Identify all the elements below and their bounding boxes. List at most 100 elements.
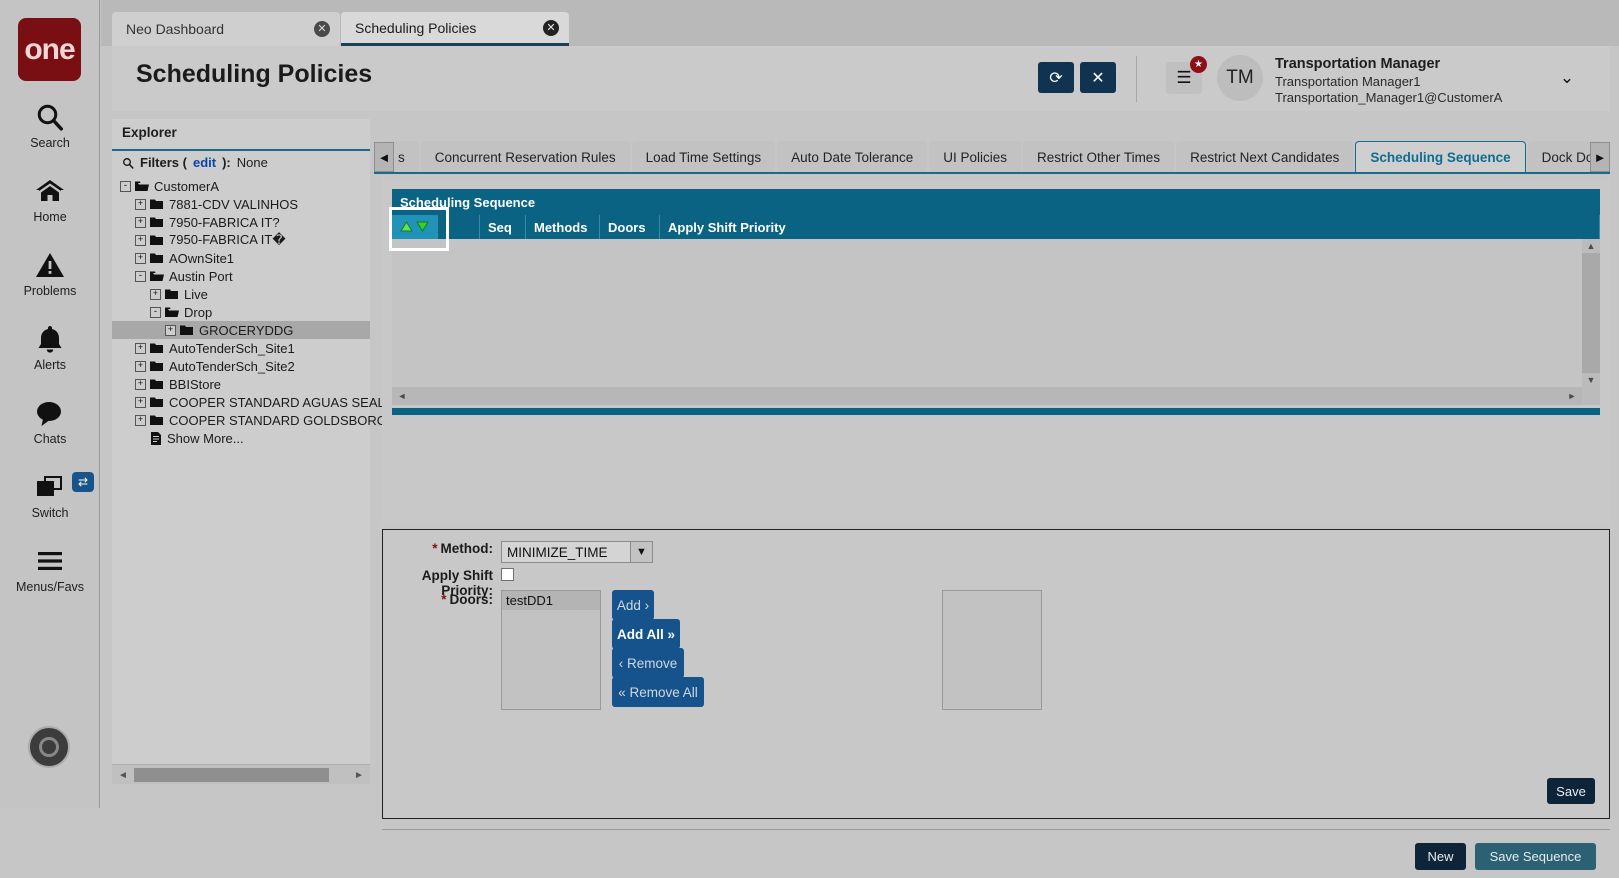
scroll-right-icon[interactable]: ► <box>1564 387 1580 405</box>
rail-item-chats[interactable]: Chats <box>0 396 100 446</box>
new-button[interactable]: New <box>1415 842 1466 870</box>
scroll-left-icon[interactable]: ◄ <box>115 768 131 782</box>
scroll-up-icon[interactable]: ▲ <box>1582 239 1600 253</box>
doors-available-listbox[interactable]: testDD1 <box>501 590 601 710</box>
expand-icon[interactable]: + <box>165 324 176 336</box>
tree-node[interactable]: Show More... <box>112 429 370 447</box>
tree-node[interactable]: + Live <box>112 285 370 303</box>
grid-body[interactable] <box>392 239 1582 387</box>
tree-node[interactable]: + AutoTenderSch_Site2 <box>112 357 370 375</box>
rail-item-home[interactable]: Home <box>0 174 100 224</box>
rail-user-avatar[interactable] <box>28 726 70 768</box>
user-name: Transportation Manager <box>1275 56 1441 72</box>
list-item[interactable]: testDD1 <box>502 591 600 610</box>
expand-icon[interactable]: + <box>135 360 146 372</box>
rail-item-search[interactable]: Search <box>0 100 100 150</box>
remove-button[interactable]: ‹ Remove <box>612 648 684 678</box>
tree-node[interactable]: + COOPER STANDARD GOLDSBORO <box>112 411 387 429</box>
home-icon <box>0 174 100 208</box>
apply-shift-priority-checkbox[interactable] <box>501 568 514 581</box>
tree-node[interactable]: - Austin Port <box>112 267 370 285</box>
folder-icon <box>150 342 164 354</box>
avatar[interactable]: TM <box>1217 55 1263 101</box>
tree-node[interactable]: + AutoTenderSch_Site1 <box>112 339 370 357</box>
tree-node[interactable]: + COOPER STANDARD AGUAS SEALING ( <box>112 393 416 411</box>
add-all-button[interactable]: Add All » <box>612 619 680 649</box>
tree-node[interactable]: +7950-FABRICA IT� <box>112 231 370 249</box>
tab-scheduling-sequence[interactable]: Scheduling Sequence <box>1355 141 1526 173</box>
browser-tab-neo-dashboard[interactable]: Neo Dashboard ✕ <box>112 12 340 46</box>
grid-horizontal-scrollbar[interactable]: ◄ ► <box>392 387 1600 405</box>
tree-node[interactable]: + BBIStore <box>112 375 370 393</box>
expand-icon[interactable]: + <box>135 396 146 408</box>
sort-descending-icon[interactable] <box>416 220 429 235</box>
tab-restrict-next-candidates[interactable]: Restrict Next Candidates <box>1176 141 1354 173</box>
scrollbar-thumb[interactable] <box>134 768 329 782</box>
collapse-icon[interactable]: - <box>135 270 146 282</box>
grid-vertical-scrollbar[interactable]: ▲ ▼ <box>1582 239 1600 387</box>
folder-icon <box>150 414 164 426</box>
explorer-horizontal-scrollbar[interactable]: ◄ ► <box>112 764 370 784</box>
expand-icon[interactable]: + <box>135 342 146 354</box>
expand-icon[interactable]: + <box>135 198 146 210</box>
rail-item-problems[interactable]: Problems <box>0 248 100 298</box>
doors-selected-listbox[interactable] <box>942 590 1042 710</box>
save-button[interactable]: Save <box>1547 778 1595 804</box>
add-button[interactable]: Add › <box>612 590 654 620</box>
tab-auto-date-tolerance[interactable]: Auto Date Tolerance <box>777 141 928 173</box>
scroll-left-icon[interactable]: ◄ <box>394 387 410 405</box>
grid-col-seq[interactable]: Seq <box>480 215 526 239</box>
close-icon[interactable]: ✕ <box>1080 62 1116 93</box>
expand-icon[interactable]: + <box>135 378 146 390</box>
expand-icon[interactable]: + <box>135 414 146 426</box>
expand-icon[interactable]: + <box>135 234 146 246</box>
explorer-filters-row[interactable]: Filters (edit): None <box>122 155 268 170</box>
method-label-text: Method: <box>440 541 493 556</box>
grid-col-blank <box>438 215 480 239</box>
collapse-icon[interactable]: - <box>150 306 161 318</box>
folder-open-icon <box>150 270 164 282</box>
scroll-right-icon[interactable]: ► <box>351 768 367 782</box>
tree-node[interactable]: +7950-FABRICA IT? <box>112 213 370 231</box>
browser-tabstrip: Neo Dashboard ✕ Scheduling Policies ✕ <box>101 0 1619 46</box>
tree-node[interactable]: - Drop <box>112 303 370 321</box>
tab-scroll-right-button[interactable]: ► <box>1590 142 1610 172</box>
grid-col-methods[interactable]: Methods <box>526 215 600 239</box>
tab-scroll-left-button[interactable]: ◄ <box>374 142 394 172</box>
tab-ui-policies[interactable]: UI Policies <box>929 141 1022 173</box>
scroll-down-icon[interactable]: ▼ <box>1582 373 1600 387</box>
main-panel: ◄ ► s Concurrent Reservation Rules Load Ti… <box>374 119 1610 870</box>
switch-badge-icon[interactable]: ⇄ <box>72 472 94 492</box>
tab-concurrent-reservation-rules[interactable]: Concurrent Reservation Rules <box>420 141 630 173</box>
browser-tab-scheduling-policies[interactable]: Scheduling Policies ✕ <box>341 12 569 46</box>
grid-col-doors[interactable]: Doors <box>600 215 660 239</box>
tree-node[interactable]: - CustomerA <box>112 177 370 195</box>
refresh-icon[interactable]: ⟳ <box>1038 62 1074 93</box>
close-icon[interactable]: ✕ <box>543 19 559 36</box>
grid-col-apply-shift-priority[interactable]: Apply Shift Priority <box>660 215 1600 239</box>
expand-icon[interactable]: + <box>135 216 146 228</box>
folder-icon <box>150 198 164 210</box>
method-select[interactable]: MINIMIZE_TIME ▼ <box>501 541 653 563</box>
tab-load-time-settings[interactable]: Load Time Settings <box>631 141 776 173</box>
remove-all-button[interactable]: « Remove All <box>612 677 704 707</box>
filters-edit-link[interactable]: edit <box>193 155 216 170</box>
form-row-method: * Method: MINIMIZE_TIME ▼ <box>383 541 863 563</box>
tab-restrict-other-times[interactable]: Restrict Other Times <box>1023 141 1175 173</box>
chevron-down-icon[interactable]: ⌄ <box>1550 62 1584 94</box>
expand-icon[interactable]: + <box>150 288 161 300</box>
close-icon[interactable]: ✕ <box>314 21 330 37</box>
scrollbar-thumb[interactable] <box>1582 253 1600 373</box>
explorer-tree: - CustomerA +7881-CDV VALINHOS +7950-FABRIC… <box>112 177 416 447</box>
rail-item-menus-favs[interactable]: Menus/Favs <box>0 544 100 594</box>
tree-node[interactable]: + GROCERYDDG <box>112 321 370 339</box>
tree-node[interactable]: + AOwnSite1 <box>112 249 370 267</box>
chevron-down-icon[interactable]: ▼ <box>630 541 653 563</box>
sort-ascending-icon[interactable] <box>400 220 413 235</box>
save-sequence-button[interactable]: Save Sequence <box>1475 842 1596 870</box>
tree-node[interactable]: +7881-CDV VALINHOS <box>112 195 370 213</box>
grid-sort-cell[interactable] <box>392 215 438 239</box>
rail-item-alerts[interactable]: Alerts <box>0 322 100 372</box>
collapse-icon[interactable]: - <box>120 180 131 192</box>
expand-icon[interactable]: + <box>135 252 146 264</box>
